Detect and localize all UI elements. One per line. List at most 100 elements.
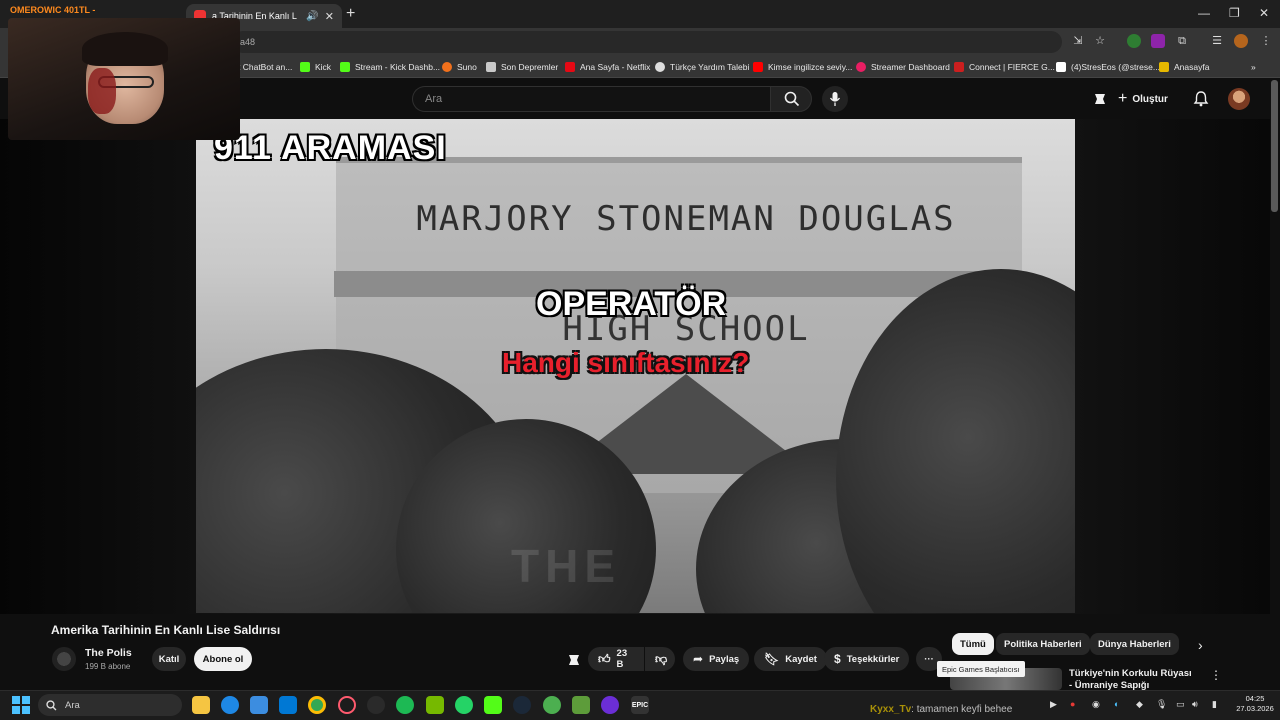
thumbs-up-icon: 👍︎ (598, 651, 611, 666)
mail-icon[interactable] (279, 696, 297, 714)
obs-icon[interactable] (367, 696, 385, 714)
bookmark-item[interactable]: Streamer Dashboard (856, 60, 950, 74)
close-tab-icon[interactable]: ✕ (325, 10, 334, 23)
share-arrow-icon: ➦ (693, 652, 704, 666)
reading-list-icon[interactable]: ☰ (1210, 34, 1224, 48)
minecraft-icon[interactable] (572, 696, 590, 714)
tray-app-icon[interactable]: ◆ (1136, 699, 1143, 710)
extension-twitch-icon[interactable] (1151, 34, 1165, 48)
file-explorer-icon[interactable] (192, 696, 210, 714)
join-button[interactable]: Katıl (152, 647, 186, 671)
edge-browser-icon[interactable] (221, 696, 239, 714)
bookmark-item[interactable]: Son Depremler (486, 60, 558, 74)
network-icon[interactable]: ▭ (1176, 699, 1185, 710)
subscribe-button[interactable]: Abone ol (194, 647, 252, 671)
video-caption-question: Hangi sınıftasınız? (502, 347, 750, 378)
chat-username: Kyxx_Tv (870, 704, 912, 715)
microphone-icon[interactable]: 🎙︎ (1156, 699, 1167, 710)
channel-avatar[interactable] (52, 647, 76, 671)
bookmark-item[interactable]: Kimse ingilizce seviy... (753, 60, 852, 74)
search-icon (46, 699, 57, 710)
extension-shield-icon[interactable] (1127, 34, 1141, 48)
dislike-button[interactable]: 👎︎ (645, 647, 675, 671)
bookmark-label: Anasayfa (1174, 62, 1210, 72)
like-button[interactable]: 👍︎ 23 B (588, 647, 644, 671)
recommended-title[interactable]: Türkiye'nin Korkulu Rüyası - Ümraniye Sa… (1069, 668, 1197, 690)
bookmark-label: Stream - Kick Dashb... (355, 62, 441, 72)
account-avatar[interactable] (1228, 88, 1250, 110)
chrome-icon[interactable] (308, 696, 326, 714)
bookmark-item[interactable]: Stream - Kick Dashb... (340, 60, 440, 74)
whatsapp-icon[interactable] (455, 696, 473, 714)
thanks-label: Teşekkürler (846, 653, 900, 665)
restore-window-button[interactable]: ❐ (1229, 6, 1240, 20)
streamer-dashboard-icon (856, 62, 866, 72)
video-frame[interactable]: MARJORY STONEMAN DOUGLAS HIGH SCHOOL THE… (196, 119, 1075, 613)
nvidia-icon[interactable] (426, 696, 444, 714)
app-circle-icon[interactable] (601, 696, 619, 714)
system-clock[interactable]: 04:25 27.03.2026 (1232, 694, 1278, 714)
sparkle-icon (569, 655, 579, 665)
video-caption-speaker: OPERATÖR (536, 285, 727, 323)
bookmark-item[interactable]: Kick (300, 60, 331, 74)
new-tab-button[interactable]: + (346, 5, 355, 23)
volume-icon[interactable]: 🔊︎ (1192, 699, 1198, 710)
opera-icon[interactable] (338, 696, 356, 714)
bookmark-item[interactable]: (4)StresEos (@strese... (1056, 60, 1160, 74)
profile-avatar-icon[interactable] (1234, 34, 1248, 48)
chip-all[interactable]: Tümü (952, 633, 994, 655)
kick-app-icon[interactable] (484, 696, 502, 714)
extensions-puzzle-icon[interactable]: ⧉ (1175, 34, 1189, 48)
youtube-extension-icon[interactable] (1092, 91, 1108, 107)
minimize-window-button[interactable]: — (1198, 6, 1210, 20)
game-launcher-icon[interactable] (543, 696, 561, 714)
bookmark-item[interactable]: Connect | FIERCE G... (954, 60, 1055, 74)
ai-summary-button[interactable] (566, 652, 582, 668)
chip-world[interactable]: Dünya Haberleri (1090, 633, 1179, 655)
tray-app-icon[interactable]: ▶ (1050, 699, 1057, 710)
spotify-icon[interactable] (396, 696, 414, 714)
bookmark-item[interactable]: Anasayfa (1159, 60, 1209, 74)
epic-games-icon[interactable]: EPIC (631, 696, 649, 714)
bookmark-star-icon[interactable]: ☆ (1093, 34, 1107, 48)
battery-icon[interactable]: ▮ (1212, 699, 1217, 710)
thanks-button[interactable]: $ Teşekkürler (824, 647, 910, 671)
speaker-icon[interactable]: 🔊 (306, 11, 318, 22)
search-button[interactable] (770, 86, 812, 112)
bookmark-item[interactable]: t ChatBot an... (238, 60, 292, 74)
share-button[interactable]: ➦ Paylaş (683, 647, 750, 671)
streamer-hair (82, 32, 168, 66)
bookmark-item[interactable]: Türkçe Yardım Talebi (655, 60, 749, 74)
subscriber-count: 199 B abone (85, 662, 131, 671)
channel-watermark: THE (511, 540, 621, 592)
create-button[interactable]: + Oluştur (1118, 88, 1168, 110)
address-bar[interactable]: a48 (232, 31, 1062, 53)
recommended-menu-icon[interactable]: ⋮ (1210, 668, 1222, 682)
thumbs-down-icon: 👎︎ (655, 651, 668, 666)
tray-steam-icon[interactable]: ◉ (1092, 699, 1100, 710)
more-icon: ··· (924, 653, 934, 665)
voice-search-button[interactable] (822, 86, 848, 112)
save-button[interactable]: 🔖︎ Kaydet (754, 647, 827, 671)
channel-name[interactable]: The Polis (85, 647, 132, 659)
steam-icon[interactable] (513, 696, 531, 714)
browser-menu-icon[interactable]: ⋮ (1259, 34, 1273, 48)
close-window-button[interactable]: ✕ (1259, 6, 1269, 20)
more-bookmarks-icon[interactable]: » (1251, 60, 1256, 74)
install-app-icon[interactable]: ⇲ (1071, 34, 1085, 48)
tray-edge-icon[interactable]: ◐ (1114, 699, 1119, 709)
windows-start-icon[interactable] (12, 696, 30, 714)
taskbar-search[interactable]: Ara (38, 694, 182, 716)
address-bar-text: a48 (240, 37, 256, 47)
search-input[interactable]: Ara (412, 86, 770, 112)
chevron-right-icon[interactable]: › (1198, 637, 1203, 653)
clock-time: 04:25 (1245, 694, 1265, 703)
page-scrollbar[interactable] (1271, 80, 1278, 212)
chip-politics[interactable]: Politika Haberleri (996, 633, 1090, 655)
tray-record-icon[interactable]: ● (1070, 699, 1075, 709)
bookmark-item[interactable]: Suno (442, 60, 477, 74)
notifications-button[interactable] (1192, 90, 1210, 108)
bookmark-item[interactable]: Ana Sayfa - Netflix (565, 60, 650, 74)
bookmark-label: Kimse ingilizce seviy... (768, 62, 853, 72)
microsoft-store-icon[interactable] (250, 696, 268, 714)
